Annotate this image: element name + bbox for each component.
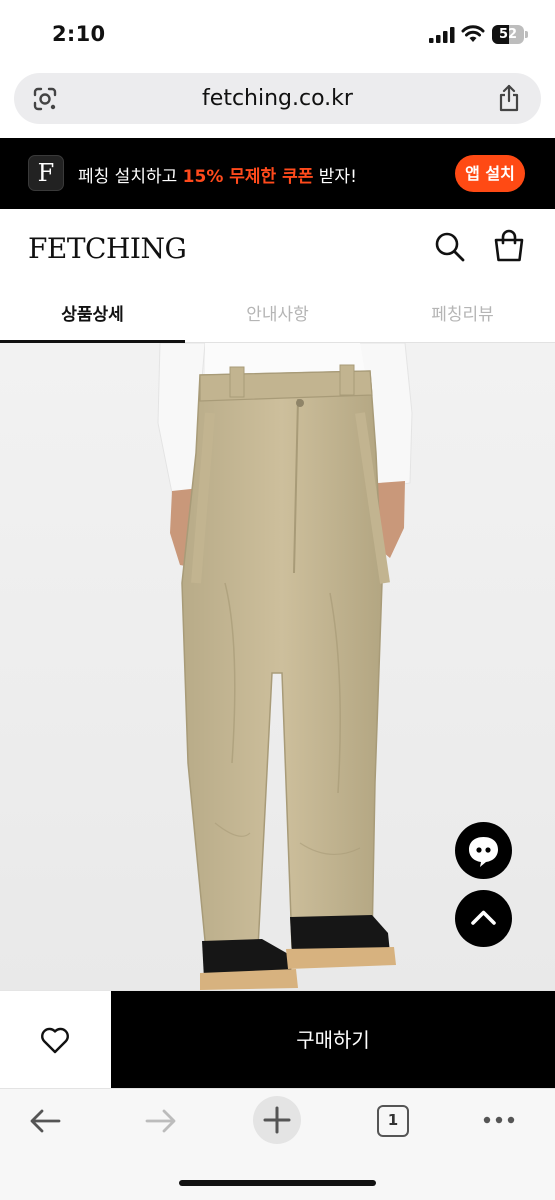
promo-text: 페칭 설치하고 15% 무제한 쿠폰 받자! [78,167,357,187]
shopping-bag-icon[interactable] [493,229,525,263]
buy-button[interactable]: 구매하기 [111,991,555,1089]
status-bar: 2:10 52 [0,0,555,70]
chat-bubble-icon [469,837,498,867]
scroll-to-top-button[interactable] [455,890,512,947]
status-time: 2:10 [52,22,106,46]
home-indicator [179,1180,376,1186]
wishlist-button[interactable] [0,991,111,1089]
tab-switcher-button[interactable]: 1 [377,1105,409,1137]
app-install-banner[interactable]: F 페칭 설치하고 15% 무제한 쿠폰 받자! 앱 설치 [0,138,555,209]
battery-icon: 52 [492,25,528,44]
share-icon[interactable] [497,84,521,112]
promo-highlight: 15% 무제한 쿠폰 [182,167,314,187]
cellular-signal-icon [429,27,455,43]
tab-reviews[interactable]: 페칭리뷰 [370,289,555,343]
more-icon[interactable] [482,1115,516,1125]
product-tabs: 상품상세 안내사항 페칭리뷰 [0,289,555,343]
plus-icon[interactable] [252,1095,302,1145]
arrow-right-icon[interactable] [144,1106,178,1136]
battery-percentage: 52 [498,27,518,42]
tab-notice[interactable]: 안내사항 [185,289,370,343]
arrow-left-icon[interactable] [28,1106,62,1136]
chevron-up-icon [471,910,496,925]
heart-icon [41,1027,69,1054]
tab-product-detail[interactable]: 상품상세 [0,289,185,343]
google-lens-icon[interactable] [32,86,58,112]
address-bar[interactable]: fetching.co.kr [14,73,541,124]
url-text[interactable]: fetching.co.kr [74,86,481,111]
brand-logo[interactable]: FETCHING [28,232,187,265]
fetching-app-logo: F [28,155,64,191]
app-install-button[interactable]: 앱 설치 [455,155,525,192]
search-icon[interactable] [434,231,466,263]
wifi-icon [461,25,485,42]
purchase-bar: 구매하기 [0,990,555,1089]
site-header: FETCHING [0,209,555,289]
chat-button[interactable] [455,822,512,879]
